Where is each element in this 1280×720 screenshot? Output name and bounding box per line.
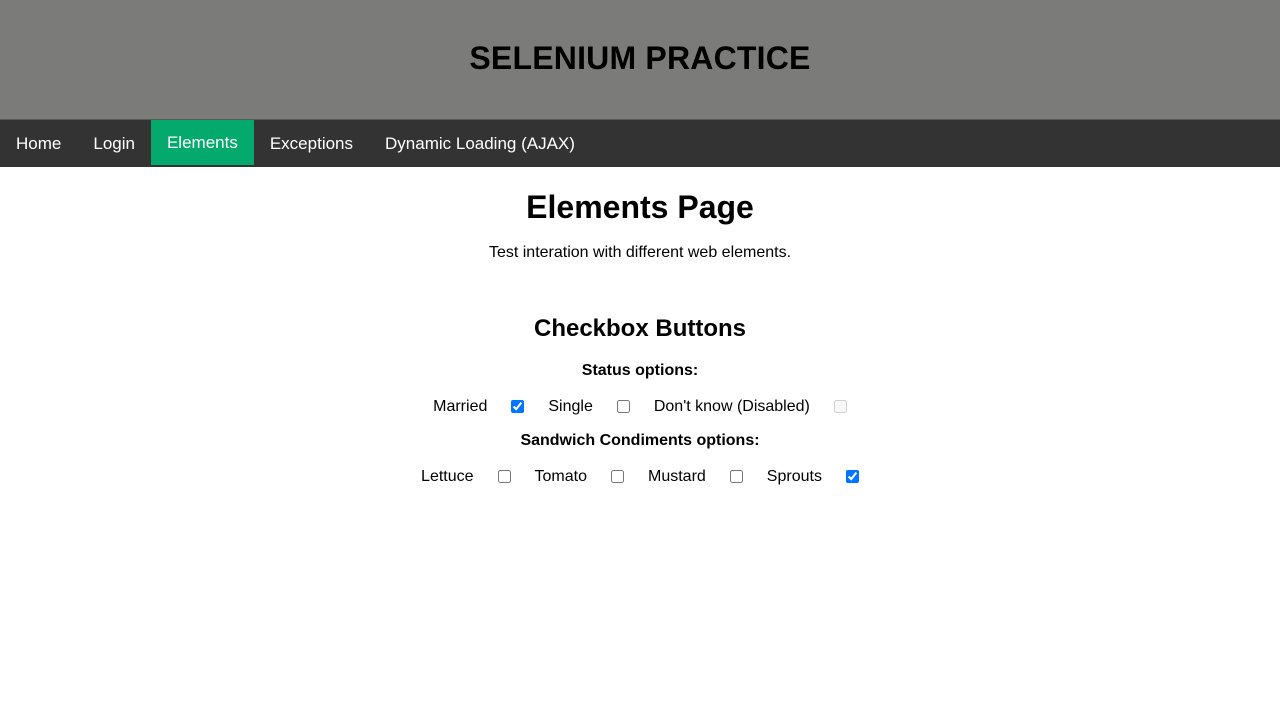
lettuce-checkbox[interactable] xyxy=(497,469,511,483)
nav-item-dynamic-loading[interactable]: Dynamic Loading (AJAX) xyxy=(369,120,591,167)
site-title: SELENIUM PRACTICE xyxy=(469,40,811,76)
top-navbar: Home Login Elements Exceptions Dynamic L… xyxy=(0,119,1280,167)
mustard-label: Mustard xyxy=(648,468,706,485)
condiment-option-sprouts: Sprouts xyxy=(767,468,859,486)
dont-know-checkbox xyxy=(833,399,847,413)
page-subtitle: Test interation with different web eleme… xyxy=(488,244,792,261)
condiment-option-lettuce: Lettuce xyxy=(421,468,511,486)
status-option-single: Single xyxy=(548,398,630,416)
checkbox-section-title: Checkbox Buttons xyxy=(533,315,746,342)
condiment-option-mustard: Mustard xyxy=(648,468,743,486)
status-options-label: Status options: xyxy=(581,362,699,379)
condiment-option-tomato: Tomato xyxy=(535,468,624,486)
status-option-married: Married xyxy=(433,398,525,416)
page-title: Elements Page xyxy=(526,189,754,225)
single-checkbox[interactable] xyxy=(616,399,630,413)
site-header: SELENIUM PRACTICE xyxy=(0,0,1280,119)
status-options-row: Married Single Don't know (Disabled) xyxy=(0,397,1280,417)
sprouts-checkbox[interactable] xyxy=(845,469,859,483)
condiments-options-label: Sandwich Condiments options: xyxy=(520,432,760,449)
nav-item-login[interactable]: Login xyxy=(77,120,151,167)
married-label: Married xyxy=(433,398,488,415)
nav-item-home[interactable]: Home xyxy=(0,120,77,167)
status-option-dont-know: Don't know (Disabled) xyxy=(654,398,847,416)
mustard-checkbox[interactable] xyxy=(729,469,743,483)
nav-item-elements[interactable]: Elements xyxy=(150,120,254,165)
lettuce-label: Lettuce xyxy=(421,468,474,485)
condiments-options-row: Lettuce Tomato Mustard Sprouts xyxy=(0,467,1280,487)
married-checkbox[interactable] xyxy=(511,399,525,413)
dont-know-label: Don't know (Disabled) xyxy=(653,398,810,415)
sprouts-label: Sprouts xyxy=(766,468,822,485)
main-content: Elements Page Test interation with diffe… xyxy=(0,167,1280,487)
single-label: Single xyxy=(548,398,593,415)
nav-item-exceptions[interactable]: Exceptions xyxy=(254,120,369,167)
tomato-label: Tomato xyxy=(534,468,587,485)
tomato-checkbox[interactable] xyxy=(611,469,624,483)
